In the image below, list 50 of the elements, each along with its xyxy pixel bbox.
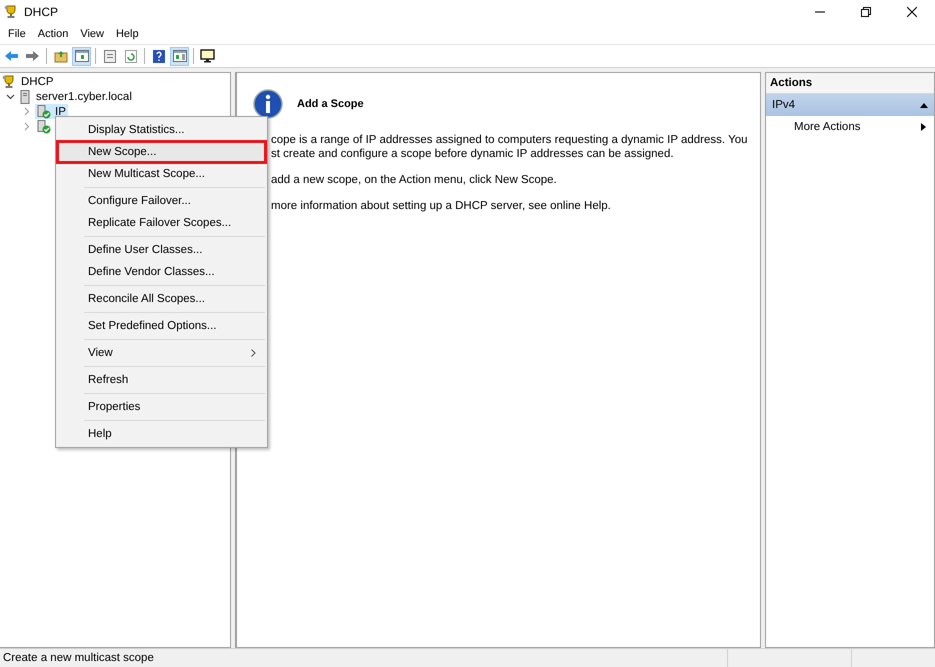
tree-item[interactable] [35,119,53,134]
help-icon [152,50,164,62]
chevron-down-icon[interactable] [6,92,14,101]
toolbar-button[interactable] [198,46,217,66]
folder-icon [54,50,68,62]
close-icon [907,7,917,17]
tree-item[interactable]: DHCP [19,76,56,88]
menu-item[interactable]: File [2,28,32,40]
status-text: Create a new multicast scope [2,651,155,666]
menu-item[interactable]: Define User Classes... [57,239,266,261]
app-icon [4,5,18,19]
pane-icon [172,50,186,62]
tree-item[interactable]: IP [35,104,68,119]
server-icon [19,90,31,104]
refresh-icon [124,50,136,62]
server-check-icon [37,104,51,118]
description-text: more information about setting up a DHCP server, see online Help. [271,199,612,213]
menu-item[interactable]: Configure Failover... [57,190,266,212]
window-title: DHCP [24,5,58,19]
menu-item[interactable]: New Scope... [57,141,266,163]
restore-icon [861,7,871,17]
actions-section[interactable]: IPv4 [766,94,934,116]
section-label: IPv4 [772,99,796,111]
menu-item[interactable]: Display Statistics... [57,119,266,141]
menu-item[interactable]: Set Predefined Options... [57,315,266,337]
description-text: cope is a range of IP addresses assigned to computers requesting a dynamic IP address. You [271,133,748,147]
content-title: Add a Scope [297,98,364,110]
forward-arrow-icon [25,50,40,62]
server-check-icon [37,120,51,134]
menu-item[interactable]: Reconcile All Scopes... [57,288,266,310]
menu-item[interactable]: Refresh [57,369,266,391]
menu-item[interactable]: View [74,28,110,40]
menu-item[interactable]: New Multicast Scope... [57,163,266,185]
monitor-icon [200,49,215,63]
menu-item[interactable]: View [57,342,266,364]
description-text: add a new scope, on the Action menu, click New Scope. [271,173,558,187]
pane-icon [74,50,88,62]
menu-item[interactable]: Action [32,28,74,40]
menu-item[interactable]: Properties [57,396,266,418]
menu-item[interactable]: Define Vendor Classes... [57,261,266,283]
back-arrow-icon [4,50,19,62]
action-label: More Actions [794,121,860,133]
menu-item[interactable]: Help [110,28,145,40]
list-icon [104,50,116,62]
actions-header: Actions [766,73,934,94]
action-item[interactable]: More Actions [766,116,934,138]
tree-item[interactable]: server1.cyber.local [34,90,134,102]
menu-item[interactable]: Replicate Failover Scopes... [57,212,266,234]
description-text: st create and configure a scope before dynamic IP addresses can be assigned. [271,147,675,161]
menu-item[interactable]: Help [57,423,266,445]
